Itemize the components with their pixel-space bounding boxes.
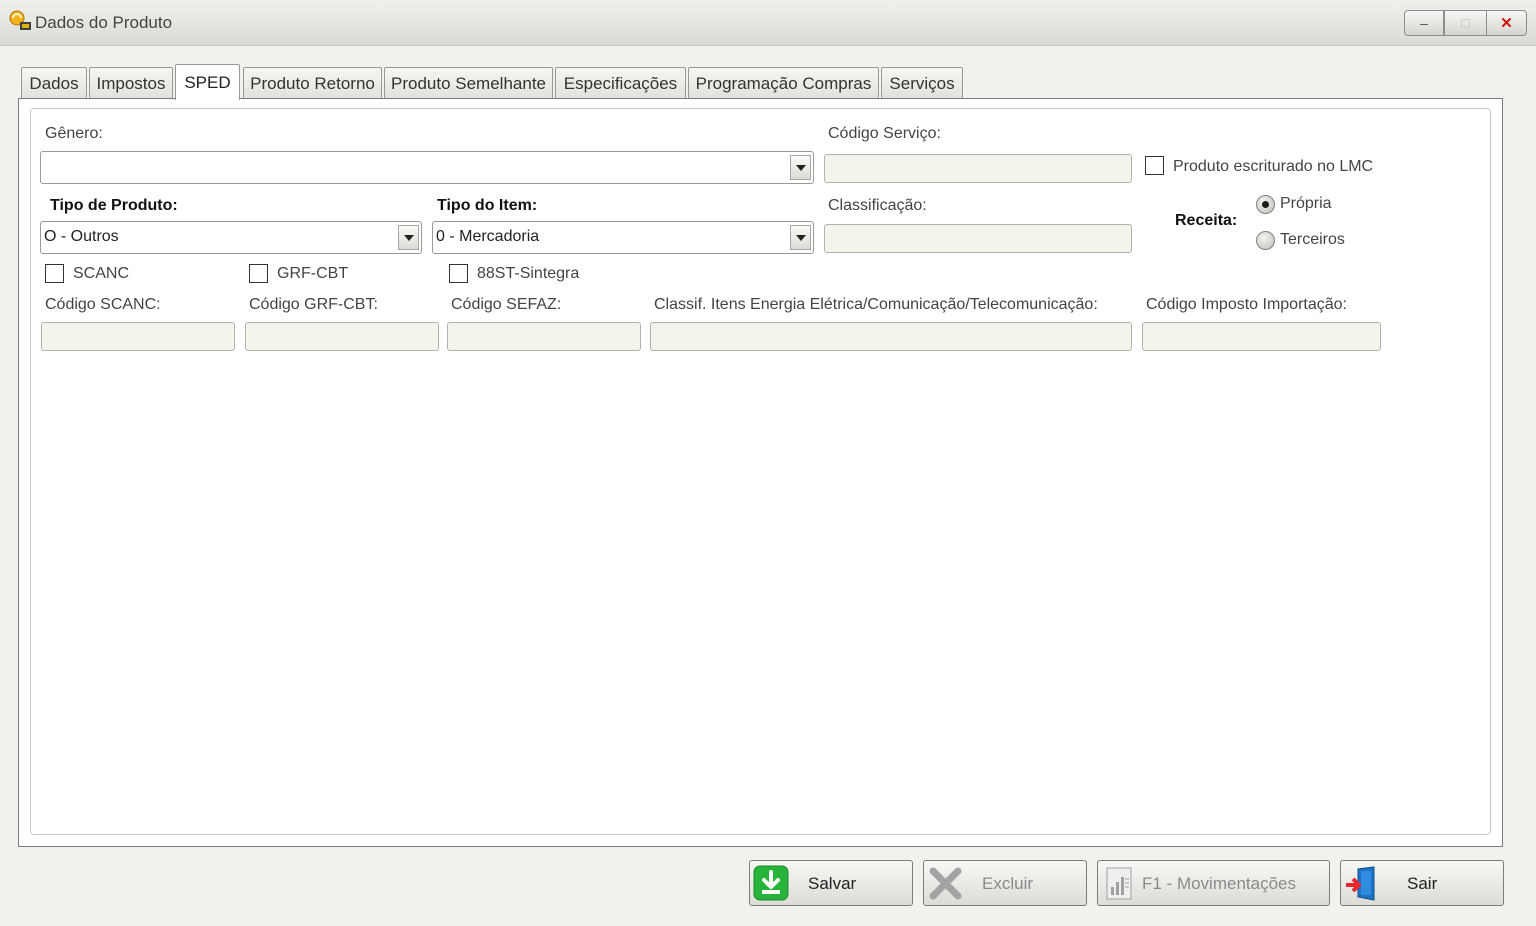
produto-lmc-checkbox[interactable] [1145, 156, 1164, 175]
tipo-item-label: Tipo do Item: [437, 197, 538, 214]
classif-energia-field[interactable] [650, 322, 1132, 351]
grf-cbt-label: GRF-CBT [277, 265, 349, 282]
produto-lmc-label: Produto escriturado no LMC [1173, 158, 1374, 175]
maximize-button[interactable]: □ [1444, 10, 1487, 36]
chevron-down-icon [403, 234, 414, 241]
codigo-imposto-importacao-field[interactable] [1142, 322, 1381, 351]
excluir-button[interactable]: Excluir [923, 860, 1087, 906]
classificacao-field[interactable] [824, 224, 1132, 253]
movimentacoes-button[interactable]: F1 - Movimentações [1097, 860, 1330, 906]
codigo-scanc-field[interactable] [41, 322, 235, 351]
excluir-label: Excluir [982, 874, 1034, 893]
receita-propria-radio[interactable] [1256, 195, 1275, 214]
exit-door-icon [1346, 866, 1375, 901]
codigo-imposto-importacao-label: Código Imposto Importação: [1146, 296, 1347, 313]
tab-produto-semelhante[interactable]: Produto Semelhante [384, 67, 553, 99]
receita-terceiros-label: Terceiros [1280, 231, 1345, 248]
tab-servicos[interactable]: Serviços [881, 67, 963, 99]
tab-produto-retorno[interactable]: Produto Retorno [243, 67, 382, 99]
codigo-grf-cbt-field[interactable] [245, 322, 439, 351]
codigo-servico-field[interactable] [824, 154, 1132, 183]
tipo-produto-combobox[interactable]: O - Outros [40, 221, 422, 254]
tab-programacao-compras[interactable]: Programação Compras [688, 67, 879, 99]
product-app-icon [9, 10, 31, 30]
scanc-checkbox[interactable] [45, 264, 64, 283]
close-icon: ✕ [1500, 15, 1513, 32]
tipo-produto-value: O - Outros [44, 228, 119, 245]
tipo-produto-label: Tipo de Produto: [50, 197, 178, 214]
genero-combobox[interactable] [40, 151, 814, 184]
minimize-icon: – [1420, 15, 1428, 31]
classif-energia-label: Classif. Itens Energia Elétrica/Comunica… [654, 296, 1098, 313]
grf-cbt-checkbox[interactable] [249, 264, 268, 283]
movimentacoes-label: F1 - Movimentações [1142, 874, 1296, 893]
download-arrow-icon [753, 865, 789, 901]
genero-label: Gênero: [45, 125, 103, 142]
chevron-down-icon [795, 164, 806, 171]
chevron-down-icon [795, 234, 806, 241]
maximize-icon: □ [1461, 15, 1470, 31]
receita-terceiros-radio[interactable] [1256, 231, 1275, 250]
sintegra-88st-label: 88ST-Sintegra [477, 265, 580, 282]
tab-sped[interactable]: SPED [175, 64, 240, 100]
sintegra-88st-checkbox[interactable] [449, 264, 468, 283]
codigo-servico-label: Código Serviço: [828, 125, 941, 142]
scanc-label: SCANC [73, 265, 130, 282]
tab-dados[interactable]: Dados [21, 67, 87, 99]
tab-especificacoes[interactable]: Especificações [555, 67, 686, 99]
delete-x-icon [929, 867, 962, 900]
sair-button[interactable]: Sair [1340, 860, 1504, 906]
tipo-item-combobox[interactable]: 0 - Mercadoria [432, 221, 814, 254]
report-chart-icon [1106, 867, 1132, 900]
sped-groupbox [30, 108, 1491, 835]
classificacao-label: Classificação: [828, 197, 927, 214]
title-bar[interactable] [0, 0, 1536, 46]
tipo-item-dropdown-button[interactable] [790, 225, 811, 250]
window-title: Dados do Produto [35, 13, 173, 32]
tab-impostos[interactable]: Impostos [89, 67, 173, 99]
genero-dropdown-button[interactable] [790, 155, 811, 180]
codigo-sefaz-field[interactable] [447, 322, 641, 351]
codigo-grf-cbt-label: Código GRF-CBT: [249, 296, 378, 313]
codigo-scanc-label: Código SCANC: [45, 296, 161, 313]
close-button[interactable]: ✕ [1486, 10, 1527, 36]
tipo-produto-dropdown-button[interactable] [398, 225, 419, 250]
minimize-button[interactable]: – [1404, 10, 1444, 36]
receita-propria-label: Própria [1280, 195, 1332, 212]
codigo-sefaz-label: Código SEFAZ: [451, 296, 562, 313]
salvar-button[interactable]: Salvar [749, 860, 913, 906]
salvar-label: Salvar [808, 874, 857, 893]
receita-label: Receita: [1175, 212, 1238, 229]
tipo-item-value: 0 - Mercadoria [436, 228, 540, 245]
sair-label: Sair [1407, 874, 1438, 893]
